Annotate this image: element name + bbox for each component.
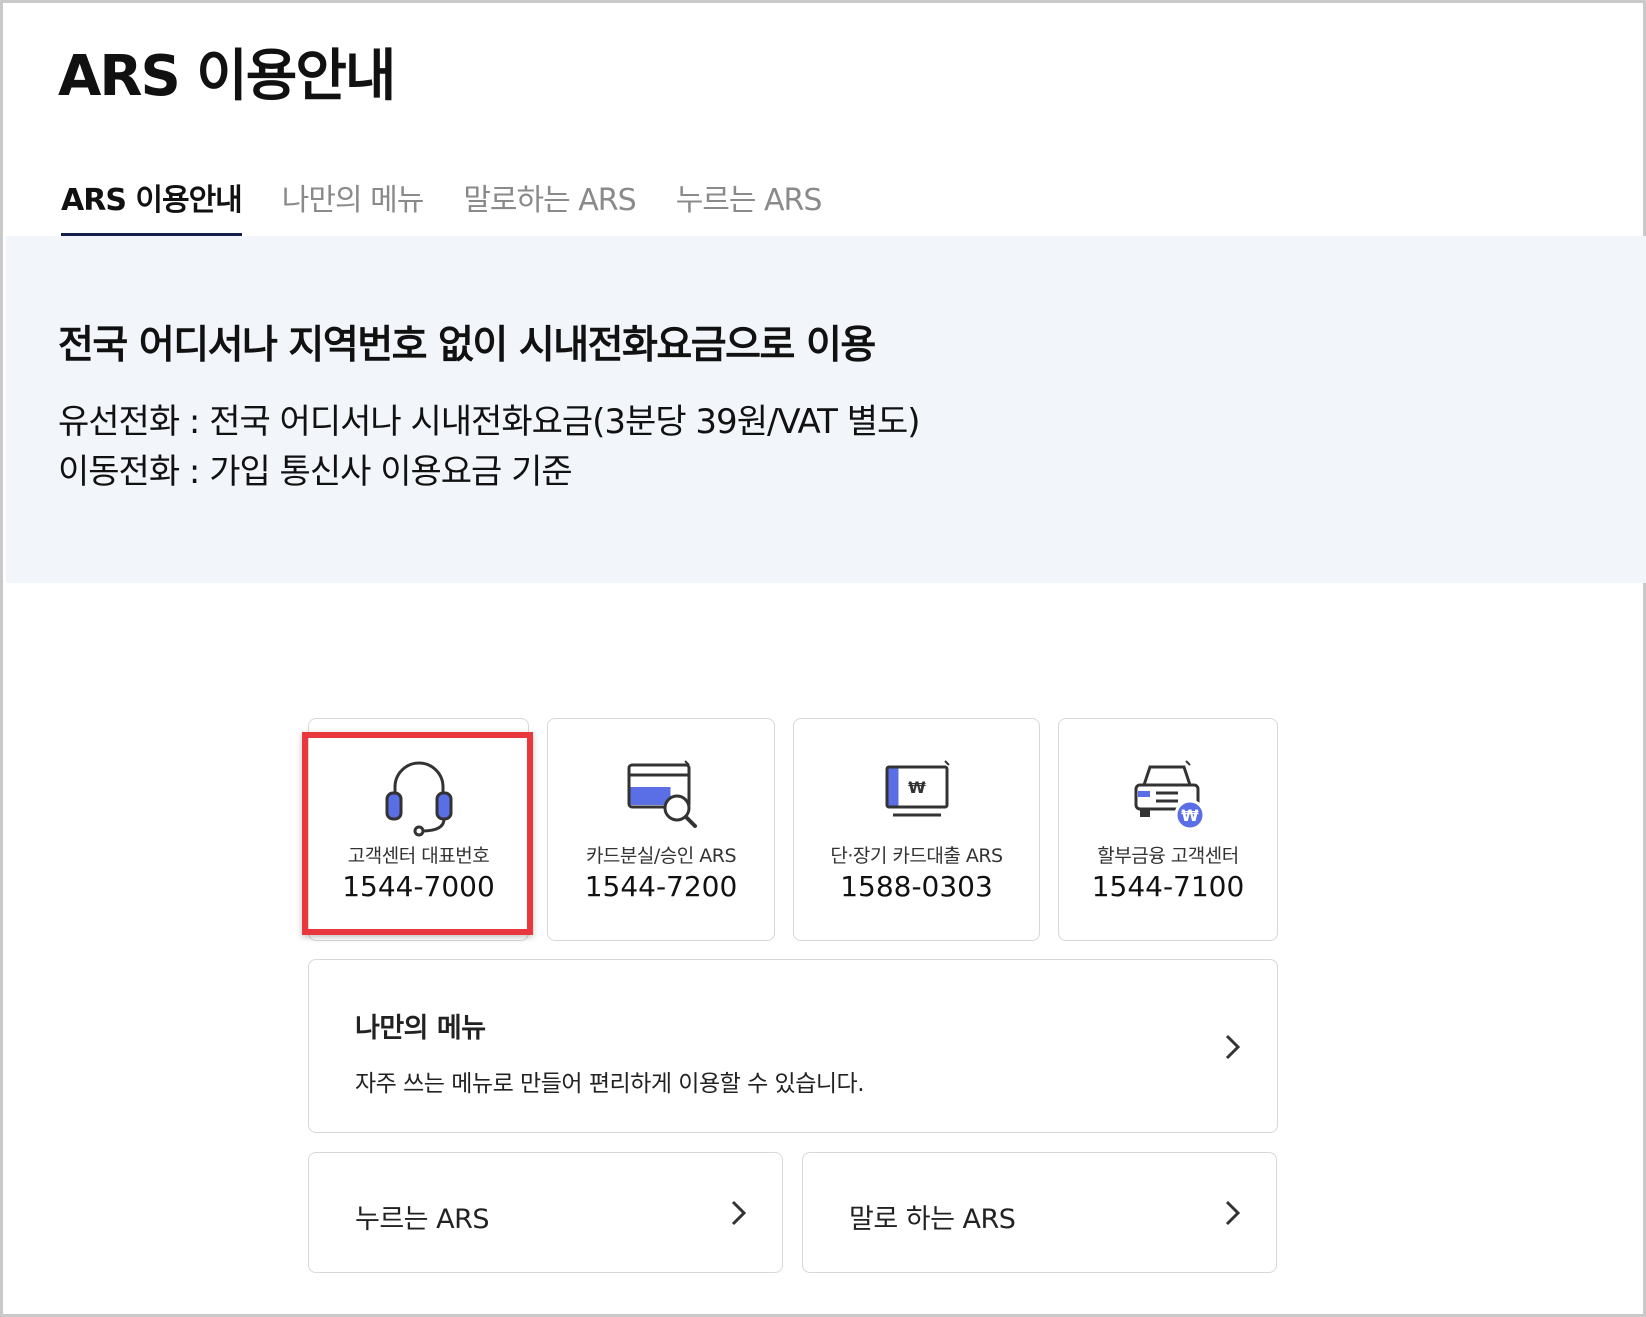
chevron-right-icon <box>1225 1200 1241 1226</box>
card-label: 고객센터 대표번호 <box>347 845 490 867</box>
card-label: 단·장기 카드대출 ARS <box>830 845 1003 867</box>
svg-text:₩: ₩ <box>908 778 926 797</box>
page-frame: ARS 이용안내 ARS 이용안내 나만의 메뉴 말로하는 ARS 누르는 AR… <box>0 0 1646 1317</box>
phone-card-list: 고객센터 대표번호 1544-7000 카드분실/승인 ARS 1544-720… <box>308 718 1278 941</box>
tab-bar: ARS 이용안내 나만의 메뉴 말로하는 ARS 누르는 ARS <box>61 179 823 237</box>
page-title: ARS 이용안내 <box>58 44 396 109</box>
banner-landline-info: 유선전화 : 전국 어디서나 시내전화요금(3분당 39원/VAT 별도) <box>58 402 921 442</box>
my-menu-card[interactable]: 나만의 메뉴 자주 쓰는 메뉴로 만들어 편리하게 이용할 수 있습니다. <box>308 959 1278 1133</box>
my-menu-description: 자주 쓰는 메뉴로 만들어 편리하게 이용할 수 있습니다. <box>355 1071 865 1097</box>
card-card-loan[interactable]: ₩ 단·장기 카드대출 ARS 1588-0303 <box>793 718 1040 941</box>
card-phone-number: 1588-0303 <box>840 870 993 903</box>
press-ars-card[interactable]: 누르는 ARS <box>308 1152 783 1273</box>
card-installment-finance[interactable]: ₩ 할부금융 고객센터 1544-7100 <box>1058 718 1278 941</box>
chevron-right-icon <box>731 1200 747 1226</box>
tab-ars-guide[interactable]: ARS 이용안내 <box>61 179 243 237</box>
card-label: 카드분실/승인 ARS <box>585 845 737 867</box>
loan-monitor-icon: ₩ <box>794 753 1039 837</box>
voice-ars-card[interactable]: 말로 하는 ARS <box>802 1152 1277 1273</box>
svg-text:₩: ₩ <box>1181 806 1199 825</box>
my-menu-title: 나만의 메뉴 <box>355 1013 486 1044</box>
tab-press-ars[interactable]: 누르는 ARS <box>676 179 823 237</box>
card-phone-number: 1544-7200 <box>584 870 738 903</box>
card-lost-card-approval[interactable]: 카드분실/승인 ARS 1544-7200 <box>547 718 775 941</box>
card-search-icon <box>548 753 774 837</box>
tab-voice-ars[interactable]: 말로하는 ARS <box>463 179 636 237</box>
voice-ars-title: 말로 하는 ARS <box>849 1204 1016 1235</box>
banner-title: 전국 어디서나 지역번호 없이 시내전화요금으로 이용 <box>58 323 876 368</box>
card-phone-number: 1544-7000 <box>342 870 495 903</box>
card-label: 할부금융 고객센터 <box>1097 845 1239 867</box>
car-finance-icon: ₩ <box>1059 753 1277 837</box>
card-phone-number: 1544-7100 <box>1091 870 1245 903</box>
tab-my-menu[interactable]: 나만의 메뉴 <box>282 179 425 237</box>
card-customer-center[interactable]: 고객센터 대표번호 1544-7000 <box>308 718 529 941</box>
chevron-right-icon <box>1225 1034 1241 1060</box>
info-banner: 전국 어디서나 지역번호 없이 시내전화요금으로 이용 유선전화 : 전국 어디… <box>6 236 1646 583</box>
press-ars-title: 누르는 ARS <box>355 1204 489 1235</box>
banner-mobile-info: 이동전화 : 가입 통신사 이용요금 기준 <box>58 452 573 492</box>
headset-icon <box>309 753 528 837</box>
